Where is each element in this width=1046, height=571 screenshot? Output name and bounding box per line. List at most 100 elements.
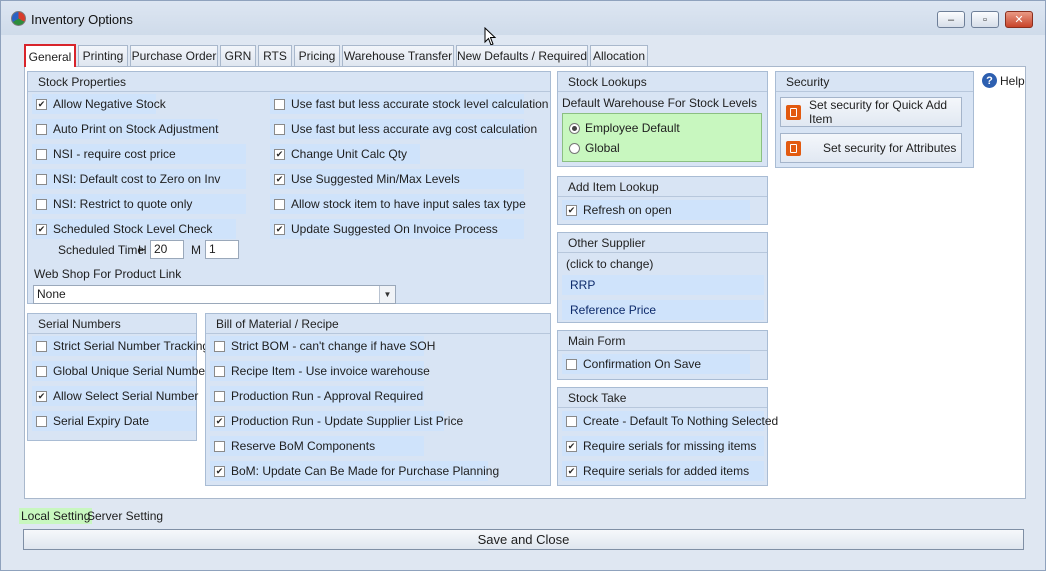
- checkbox-icon: ✔: [214, 465, 225, 477]
- tab-warehouse-transfer[interactable]: Warehouse Transfer: [342, 45, 454, 66]
- stock-properties-title: Stock Properties: [28, 72, 550, 92]
- checkbox-icon: [274, 123, 285, 135]
- scheduled-hour-input[interactable]: 20: [150, 240, 184, 259]
- confirmation-on-save-checkbox[interactable]: Confirmation On Save: [562, 354, 750, 374]
- production-run-supplier-price-checkbox[interactable]: ✔ Production Run - Update Supplier List P…: [210, 411, 463, 431]
- lock-icon: [786, 104, 801, 120]
- checkbox-icon: ✔: [566, 440, 577, 452]
- create-default-nothing-selected-checkbox[interactable]: Create - Default To Nothing Selected: [562, 411, 778, 431]
- default-warehouse-label: Default Warehouse For Stock Levels: [562, 96, 757, 110]
- suggested-min-max-checkbox[interactable]: ✔ Use Suggested Min/Max Levels: [270, 169, 524, 189]
- scheduled-time-label: Scheduled Time: [58, 243, 145, 257]
- checkbox-icon: [36, 148, 47, 160]
- tab-allocation[interactable]: Allocation: [590, 45, 648, 66]
- reserve-bom-components-checkbox[interactable]: Reserve BoM Components: [210, 436, 424, 456]
- checkbox-icon: [214, 340, 225, 352]
- server-setting-tab[interactable]: Server Setting: [85, 508, 165, 524]
- checkbox-icon: [214, 365, 225, 377]
- close-button[interactable]: ✕: [1005, 11, 1033, 28]
- add-item-lookup-group: Add Item Lookup ✔ Refresh on open: [557, 176, 768, 225]
- help-icon[interactable]: ?: [982, 73, 997, 88]
- production-run-approval-checkbox[interactable]: Production Run - Approval Required: [210, 386, 424, 406]
- global-unique-serials-checkbox[interactable]: Global Unique Serial Numbers: [32, 361, 215, 381]
- checkbox-icon: ✔: [36, 98, 47, 110]
- inventory-options-window: Inventory Options – ▫ ✕ General Printing…: [0, 0, 1046, 571]
- web-shop-select[interactable]: None ▼: [33, 285, 396, 304]
- stock-lookups-group: Stock Lookups Default Warehouse For Stoc…: [557, 71, 768, 167]
- app-logo-icon: [11, 11, 26, 26]
- title-bar: Inventory Options – ▫ ✕: [1, 1, 1045, 35]
- checkbox-icon: ✔: [274, 173, 285, 185]
- fast-stock-level-calc-checkbox[interactable]: Use fast but less accurate stock level c…: [270, 94, 548, 114]
- checkbox-icon: [274, 198, 285, 210]
- update-suggested-invoice-checkbox[interactable]: ✔ Update Suggested On Invoice Process: [270, 219, 524, 239]
- tab-purchase-order[interactable]: Purchase Order: [130, 45, 218, 66]
- require-serials-added-checkbox[interactable]: ✔ Require serials for added items: [562, 461, 764, 481]
- radio-icon: [569, 142, 580, 154]
- tab-new-defaults-required[interactable]: New Defaults / Required: [456, 45, 588, 66]
- chevron-down-icon[interactable]: ▼: [379, 286, 395, 303]
- tab-pricing[interactable]: Pricing: [294, 45, 340, 66]
- maximize-button[interactable]: ▫: [971, 11, 999, 28]
- reference-price-link[interactable]: Reference Price: [562, 300, 764, 320]
- attributes-security-button[interactable]: Set security for Attributes: [780, 133, 962, 163]
- general-tab-content: Stock Properties ✔ Allow Negative Stock A…: [24, 66, 1026, 499]
- checkbox-icon: [36, 415, 47, 427]
- add-item-lookup-title: Add Item Lookup: [558, 177, 767, 197]
- stock-take-group: Stock Take Create - Default To Nothing S…: [557, 387, 778, 486]
- checkbox-icon: ✔: [214, 415, 225, 427]
- rrp-link[interactable]: RRP: [562, 275, 764, 295]
- security-title: Security: [776, 72, 973, 92]
- require-serials-missing-checkbox[interactable]: ✔ Require serials for missing items: [562, 436, 764, 456]
- stock-lookups-title: Stock Lookups: [558, 72, 767, 92]
- tab-general[interactable]: General: [24, 44, 76, 67]
- scheduled-minute-input[interactable]: 1: [205, 240, 239, 259]
- checkbox-icon: [214, 440, 225, 452]
- serial-numbers-group: Serial Numbers Strict Serial Number Trac…: [27, 313, 215, 441]
- bom-recipe-group: Bill of Material / Recipe Strict BOM - c…: [205, 313, 551, 486]
- quick-add-item-security-button[interactable]: Set security for Quick Add Item: [780, 97, 962, 127]
- tab-printing[interactable]: Printing: [78, 45, 128, 66]
- global-radio[interactable]: Global: [569, 139, 620, 157]
- minimize-button[interactable]: –: [937, 11, 965, 28]
- tab-rts[interactable]: RTS: [258, 45, 292, 66]
- nsi-require-cost-price-checkbox[interactable]: NSI - require cost price: [32, 144, 246, 164]
- save-and-close-button[interactable]: Save and Close: [23, 529, 1024, 550]
- bom-purchase-planning-checkbox[interactable]: ✔ BoM: Update Can Be Made for Purchase Pl…: [210, 461, 499, 481]
- serial-expiry-date-checkbox[interactable]: Serial Expiry Date: [32, 411, 196, 431]
- stock-take-title: Stock Take: [558, 388, 767, 408]
- checkbox-icon: ✔: [36, 223, 47, 235]
- radio-icon: [569, 122, 580, 134]
- fast-avg-cost-calc-checkbox[interactable]: Use fast but less accurate avg cost calc…: [270, 119, 537, 139]
- input-sales-tax-type-checkbox[interactable]: Allow stock item to have input sales tax…: [270, 194, 526, 214]
- other-supplier-group: Other Supplier (click to change) RRP Ref…: [557, 232, 768, 323]
- scheduled-stock-level-check-checkbox[interactable]: ✔ Scheduled Stock Level Check: [32, 219, 236, 239]
- local-setting-tab[interactable]: Local Setting: [19, 508, 93, 524]
- checkbox-icon: ✔: [274, 223, 285, 235]
- checkbox-icon: [566, 358, 577, 370]
- main-form-title: Main Form: [558, 331, 767, 351]
- employee-default-radio[interactable]: Employee Default: [569, 119, 680, 137]
- main-form-group: Main Form Confirmation On Save: [557, 330, 768, 380]
- security-group: Security Set security for Quick Add Item…: [775, 71, 974, 168]
- tab-grn[interactable]: GRN: [220, 45, 256, 66]
- auto-print-stock-adjustment-checkbox[interactable]: Auto Print on Stock Adjustment: [32, 119, 218, 139]
- strict-serial-tracking-checkbox[interactable]: Strict Serial Number Tracking: [32, 336, 209, 356]
- mouse-pointer-icon: [484, 27, 497, 46]
- recipe-invoice-warehouse-checkbox[interactable]: Recipe Item - Use invoice warehouse: [210, 361, 430, 381]
- allow-negative-stock-checkbox[interactable]: ✔ Allow Negative Stock: [32, 94, 166, 114]
- window-title: Inventory Options: [31, 12, 133, 27]
- checkbox-icon: [36, 123, 47, 135]
- refresh-on-open-checkbox[interactable]: ✔ Refresh on open: [562, 200, 750, 220]
- nsi-default-cost-zero-checkbox[interactable]: NSI: Default cost to Zero on Inv: [32, 169, 246, 189]
- strict-bom-checkbox[interactable]: Strict BOM - can't change if have SOH: [210, 336, 435, 356]
- help-link[interactable]: Help: [1000, 74, 1025, 88]
- checkbox-icon: ✔: [274, 148, 285, 160]
- nsi-restrict-quote-checkbox[interactable]: NSI: Restrict to quote only: [32, 194, 246, 214]
- change-unit-calc-qty-checkbox[interactable]: ✔ Change Unit Calc Qty: [270, 144, 420, 164]
- checkbox-icon: [36, 198, 47, 210]
- allow-select-serial-checkbox[interactable]: ✔ Allow Select Serial Number: [32, 386, 198, 406]
- web-shop-label: Web Shop For Product Link: [34, 267, 182, 281]
- checkbox-icon: ✔: [566, 465, 577, 477]
- hour-label: H: [138, 243, 147, 257]
